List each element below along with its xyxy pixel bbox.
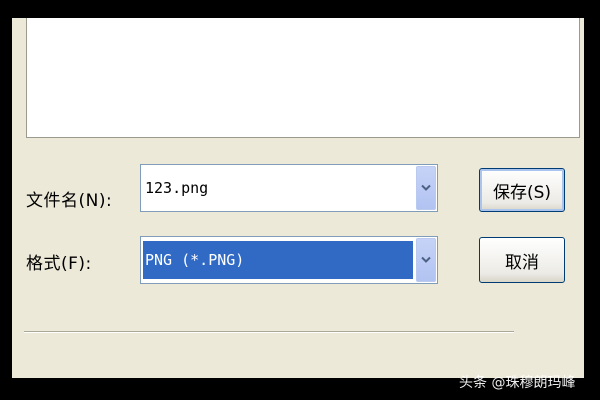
save-button[interactable]: 保存(S) [479, 168, 565, 212]
chevron-down-icon [421, 184, 431, 191]
save-dialog: 文件名(N): 123.png 格式(F): PNG (*.PNG) 保存(S)… [12, 18, 584, 378]
format-combobox[interactable]: PNG (*.PNG) [140, 236, 438, 284]
format-select-value[interactable]: PNG (*.PNG) [145, 251, 244, 269]
chevron-down-icon [421, 256, 431, 263]
screenshot-frame: 文件名(N): 123.png 格式(F): PNG (*.PNG) 保存(S)… [0, 0, 600, 400]
separator-line [24, 331, 514, 333]
filename-combobox[interactable]: 123.png [140, 164, 438, 212]
filename-input[interactable]: 123.png [145, 179, 208, 197]
cancel-button[interactable]: 取消 [479, 237, 565, 283]
format-dropdown-button[interactable] [416, 238, 436, 282]
filename-label: 文件名(N): [26, 191, 113, 211]
filename-dropdown-button[interactable] [416, 166, 436, 210]
watermark-text: 头条 @珠穆朗玛峰 [459, 375, 576, 391]
format-label: 格式(F): [26, 254, 92, 274]
file-list-pane[interactable] [26, 18, 580, 138]
